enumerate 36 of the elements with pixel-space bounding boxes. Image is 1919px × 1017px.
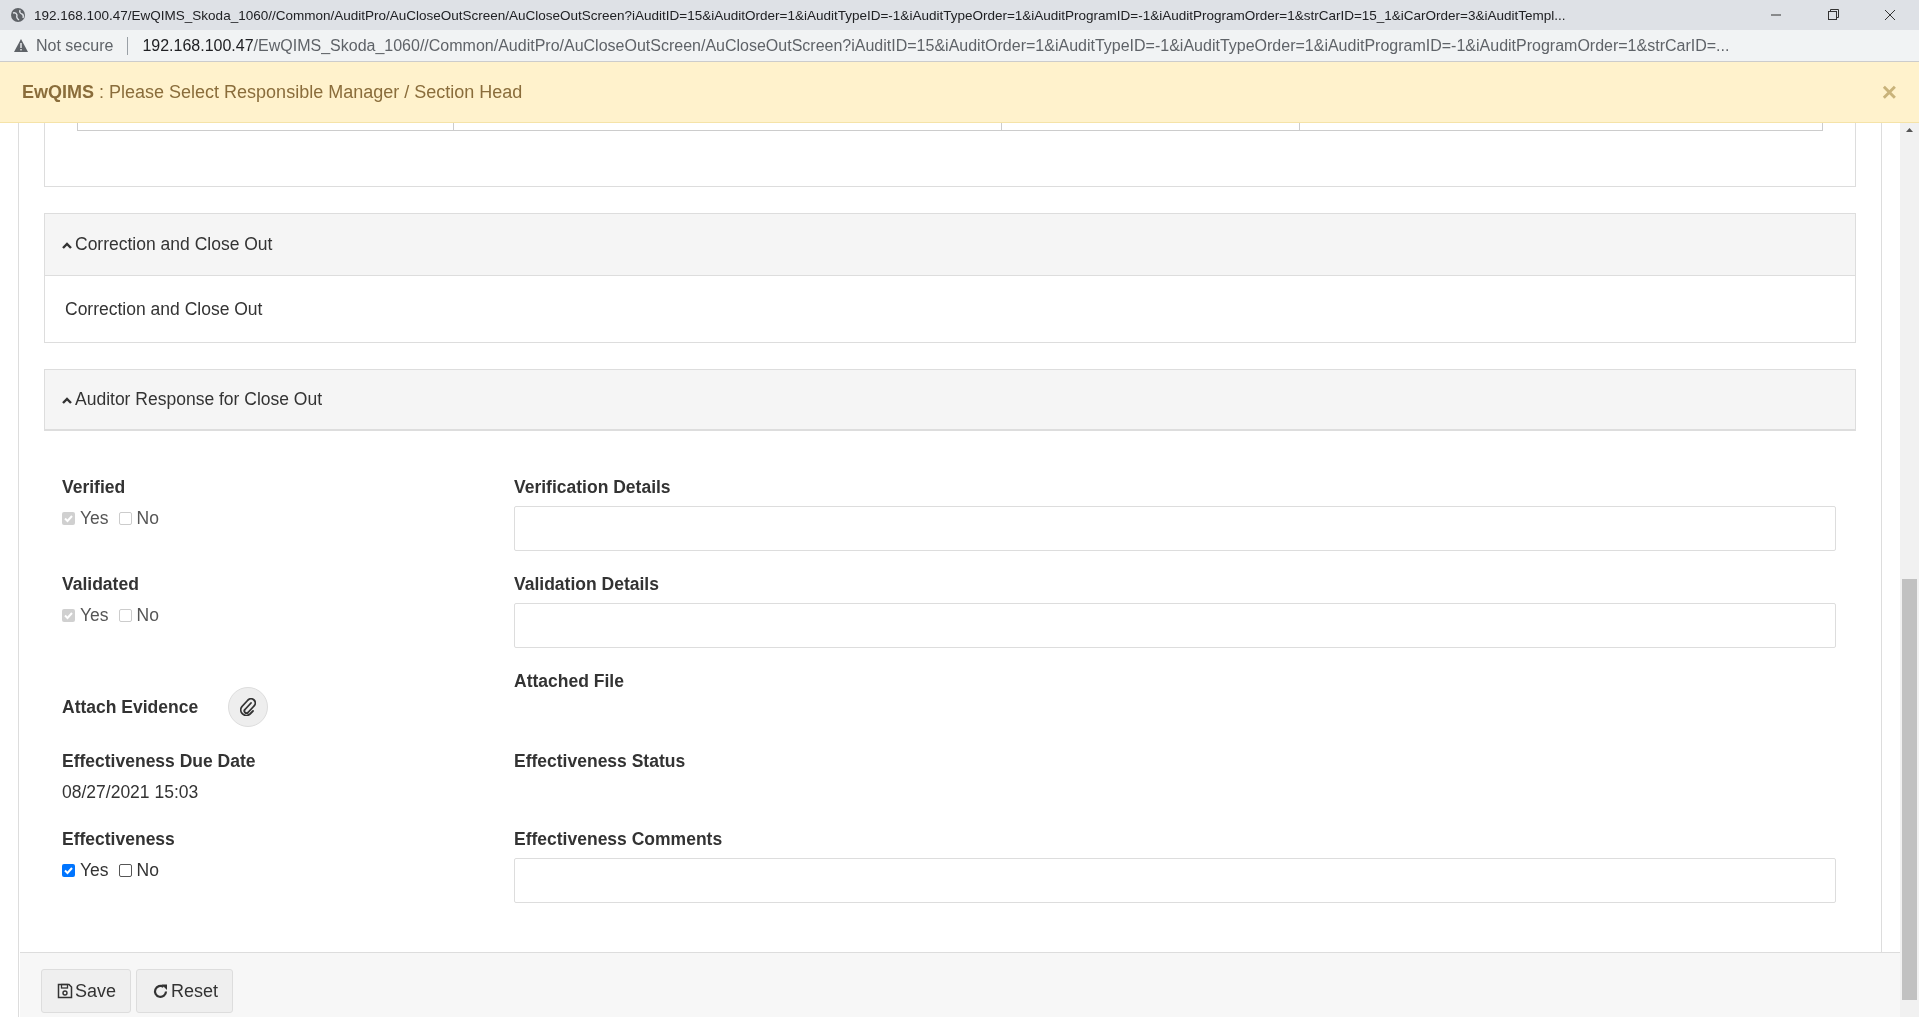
refresh-icon xyxy=(152,982,170,1000)
address-bar[interactable]: 192.168.100.47/EwQIMS_Skoda_1060//Common/AuditPro/AuCloseOutScreen/AuCloseOutScreen?iAuditID=15&iAuditOrder=1&iAuditTypeID=-1&iAuditTypeOrder=1&iAuditProgramID=-1&iAuditProgramOrder=1&strCarID=... xyxy=(142,36,1730,55)
window-title: 192.168.100.47/EwQIMS_Skoda_1060//Common/AuditPro/AuCloseOutScreen/AuCloseOutScreen?iAuditID=15&iAuditOrder=1&iAuditTypeID=-1&iAuditTypeOrder=1&iAuditProgramID=-1&iAuditProgramOrder=1&strCarID=15_1&iCarOrder=3&iAuditTempl... xyxy=(34,7,1567,23)
checkbox[interactable] xyxy=(118,864,132,877)
field-label: Verified xyxy=(62,477,127,498)
checkbox[interactable] xyxy=(62,864,75,877)
field-label: Effectiveness Due Date xyxy=(62,751,257,772)
chevron-up-icon[interactable] xyxy=(61,240,73,249)
alert-message: EwQIMS : Please Select Responsible Manager / Section Head xyxy=(22,81,524,103)
reset-button[interactable]: Reset xyxy=(136,969,234,1013)
warning-icon[interactable] xyxy=(14,39,28,52)
field-label: Validated xyxy=(62,574,140,595)
field-label: Validation Details xyxy=(514,574,660,595)
option-label[interactable]: No xyxy=(136,860,159,881)
text-field[interactable] xyxy=(514,858,1836,903)
field-label: Effectiveness xyxy=(62,829,176,850)
text-field[interactable] xyxy=(514,603,1836,648)
option-label[interactable]: Yes xyxy=(80,860,109,881)
save-button[interactable]: Save xyxy=(41,969,132,1013)
scrollbar[interactable] xyxy=(1900,123,1919,1017)
field-label: Effectiveness Comments xyxy=(514,829,724,850)
field-label: Attached File xyxy=(514,671,625,692)
paperclip-icon xyxy=(240,698,257,716)
panel-title[interactable]: Correction and Close Out xyxy=(75,234,273,255)
security-label[interactable]: Not secure xyxy=(36,36,114,55)
panel-body-text: Correction and Close Out xyxy=(64,297,264,321)
field-label: Attach Evidence xyxy=(62,696,199,718)
globe-icon xyxy=(10,7,26,23)
chevron-up-icon[interactable] xyxy=(61,395,73,404)
scrollbar-thumb[interactable] xyxy=(1902,579,1917,1000)
panel-title[interactable]: Auditor Response for Close Out xyxy=(75,389,323,410)
text-field[interactable] xyxy=(514,506,1836,551)
date-value: 08/27/2021 15:03 xyxy=(62,782,200,803)
field-label: Effectiveness Status xyxy=(514,751,687,772)
field-label: Verification Details xyxy=(514,477,672,498)
attach-button[interactable] xyxy=(228,687,269,727)
